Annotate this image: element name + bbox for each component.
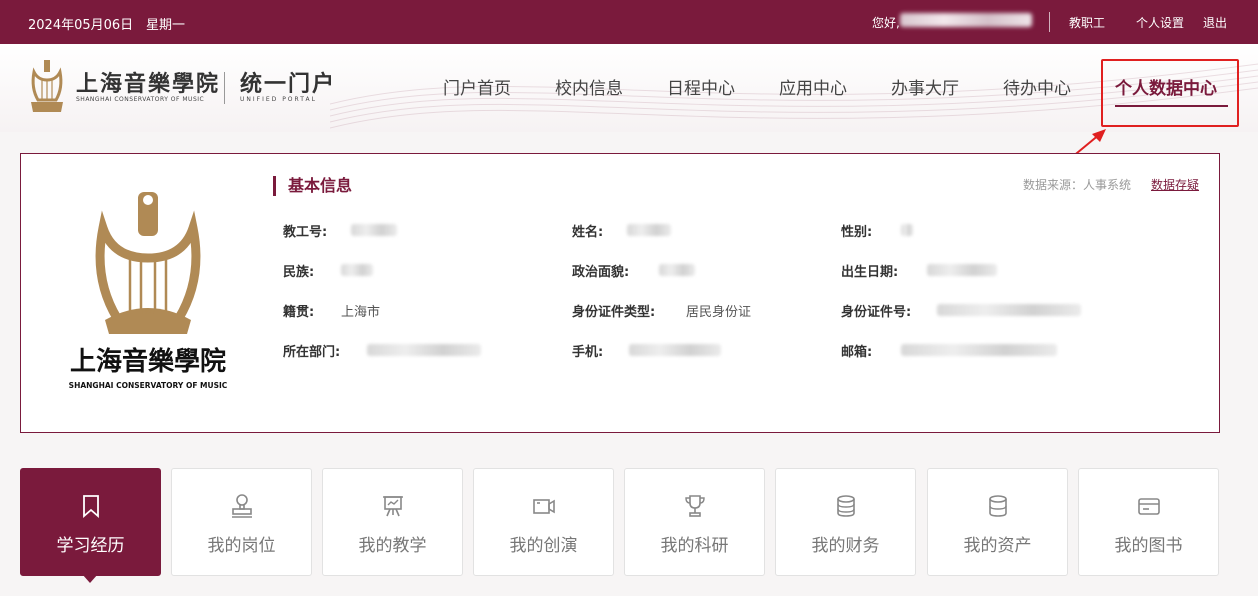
- topbar-divider: [1049, 12, 1050, 32]
- political-status-redacted: [659, 264, 695, 276]
- staff-id-label: 教工号:: [283, 225, 328, 240]
- video-camera-icon: [532, 499, 555, 514]
- nav-todo-center[interactable]: 待办中心: [1003, 74, 1071, 99]
- phone-label: 手机:: [572, 345, 604, 360]
- coin-stack-icon: [836, 495, 855, 517]
- ethnicity-redacted: [341, 264, 373, 276]
- birth-date-redacted: [927, 264, 997, 276]
- nav-service-hall[interactable]: 办事大厅: [891, 74, 959, 99]
- email-redacted: [901, 344, 1057, 356]
- id-type-label: 身份证件类型:: [572, 305, 656, 320]
- section-title: 基本信息: [273, 176, 352, 196]
- tile-label: 我的资产: [963, 536, 1032, 556]
- header: 上海音樂學院 SHANGHAI CONSERVATORY OF MUSIC 统一…: [0, 44, 1258, 132]
- tile-label: 我的岗位: [207, 536, 276, 556]
- name-label: 姓名:: [572, 225, 604, 240]
- id-number-redacted: [937, 304, 1081, 316]
- tile-label: 学习经历: [56, 536, 125, 556]
- greeting: 您好,: [872, 16, 900, 30]
- stamp-icon: [231, 494, 252, 518]
- emblem-school-name-en: SHANGHAI CONSERVATORY OF MUSIC: [69, 381, 228, 390]
- tile-my-assets[interactable]: 我的资产: [927, 468, 1068, 576]
- school-name: 上海音樂學院: [76, 71, 221, 97]
- email-label: 邮箱:: [841, 345, 873, 360]
- data-source: 数据来源：人事系统: [1023, 178, 1132, 192]
- basic-info-card: 1927 上海音樂學院 SHANGHAI CONSERVATORY OF MUS…: [20, 153, 1220, 433]
- database-stack-icon: [988, 495, 1007, 517]
- tile-label: 我的图书: [1114, 536, 1183, 556]
- trophy-icon: [684, 495, 705, 517]
- logo-divider: [224, 72, 225, 104]
- tile-my-position[interactable]: 我的岗位: [171, 468, 312, 576]
- data-question-link[interactable]: 数据存疑: [1151, 176, 1199, 193]
- tile-my-performance[interactable]: 我的创演: [473, 468, 614, 576]
- political-status-label: 政治面貌:: [572, 265, 630, 280]
- tile-my-research[interactable]: 我的科研: [624, 468, 765, 576]
- tile-label: 我的教学: [358, 536, 427, 556]
- tile-label: 我的科研: [660, 536, 729, 556]
- portal-name-en: UNIFIED PORTAL: [240, 96, 317, 103]
- portal-logo[interactable]: 上海音樂學院 SHANGHAI CONSERVATORY OF MUSIC 统一…: [28, 58, 348, 118]
- lyre-emblem-icon: [31, 60, 63, 112]
- tile-label: 我的财务: [811, 536, 880, 556]
- current-weekday: 星期一: [146, 18, 186, 33]
- tile-study-history[interactable]: 学习经历: [20, 468, 161, 576]
- user-name-redacted: [900, 13, 1032, 27]
- ethnicity-label: 民族:: [283, 265, 315, 280]
- school-name-en: SHANGHAI CONSERVATORY OF MUSIC: [76, 96, 205, 103]
- birth-date-label: 出生日期:: [841, 265, 899, 280]
- gender-redacted: [901, 224, 913, 236]
- portal-name: 统一门户: [240, 71, 337, 97]
- id-number-label: 身份证件号:: [841, 305, 912, 320]
- phone-redacted: [629, 344, 721, 356]
- department-redacted: [367, 344, 481, 356]
- nav-campus-info[interactable]: 校内信息: [555, 74, 623, 99]
- id-type-value: 居民身份证: [686, 305, 752, 320]
- current-date: 2024年05月06日: [28, 18, 134, 33]
- user-role[interactable]: 教职工: [1069, 14, 1105, 31]
- logout-link[interactable]: 退出: [1203, 14, 1227, 31]
- bookmark-icon: [82, 495, 99, 518]
- name-redacted: [627, 224, 671, 236]
- personal-settings-link[interactable]: 个人设置: [1136, 14, 1184, 31]
- annotation-highlight-box: [1101, 59, 1239, 127]
- native-place-label: 籍贯:: [283, 305, 315, 320]
- top-bar: 2024年05月06日 星期一 您好, 教职工 个人设置 退出: [0, 0, 1258, 44]
- tile-label: 我的创演: [509, 536, 578, 556]
- presentation-board-icon: [382, 496, 403, 517]
- active-tile-pointer: [82, 574, 98, 583]
- tile-my-teaching[interactable]: 我的教学: [322, 468, 463, 576]
- nav-schedule-center[interactable]: 日程中心: [667, 74, 735, 99]
- school-emblem-icon: 1927 上海音樂學院 SHANGHAI CONSERVATORY OF MUS…: [69, 192, 228, 390]
- emblem-school-name: 上海音樂學院: [70, 346, 226, 377]
- tile-my-library[interactable]: 我的图书: [1078, 468, 1219, 576]
- emblem-year: 1927: [140, 309, 155, 316]
- native-place-value: 上海市: [341, 305, 381, 320]
- nav-portal-home[interactable]: 门户首页: [443, 74, 511, 99]
- gender-label: 性别:: [841, 225, 873, 240]
- card-icon: [1137, 498, 1160, 515]
- staff-id-redacted: [351, 224, 397, 236]
- tile-my-finance[interactable]: 我的财务: [775, 468, 916, 576]
- department-label: 所在部门:: [283, 345, 341, 360]
- nav-app-center[interactable]: 应用中心: [779, 74, 847, 99]
